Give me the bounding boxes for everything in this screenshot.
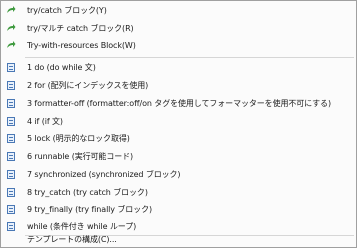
menu-item-label: Try-with-resources Block(W) bbox=[27, 40, 136, 50]
template-icon bbox=[6, 116, 16, 126]
menu-item-try-with-resources[interactable]: Try-with-resources Block(W) bbox=[1, 36, 356, 54]
menu-item-template-if[interactable]: 4 if (if 文) bbox=[1, 112, 356, 130]
template-icon bbox=[6, 62, 16, 72]
menu-item-label: 1 do (do while 文) bbox=[27, 62, 96, 72]
menu-item-label: 7 synchronized (synchronized ブロック) bbox=[27, 169, 181, 179]
menu-item-label: 3 formatter-off (formatter:off/on タグを使用し… bbox=[27, 98, 331, 108]
template-icon bbox=[6, 151, 16, 161]
menu-item-label: try/catch ブロック(Y) bbox=[27, 5, 107, 15]
template-icon bbox=[6, 221, 16, 231]
menu-item-template-runnable[interactable]: 6 runnable (実行可能コード) bbox=[1, 147, 356, 165]
menu-item-template-lock[interactable]: 5 lock (明示的なロック取得) bbox=[1, 129, 356, 147]
menu-item-label: 8 try_catch (try catch ブロック) bbox=[27, 187, 148, 197]
menu-item-template-synchronized[interactable]: 7 synchronized (synchronized ブロック) bbox=[1, 165, 356, 183]
template-icon bbox=[6, 98, 16, 108]
template-icon bbox=[6, 169, 16, 179]
menu-item-try-catch[interactable]: try/catch ブロック(Y) bbox=[1, 1, 356, 19]
menu-item-label: 5 lock (明示的なロック取得) bbox=[27, 133, 130, 143]
green-arrow-icon bbox=[6, 40, 16, 50]
context-menu: try/catch ブロック(Y) try/マルチ catch ブロック(R) … bbox=[0, 0, 357, 248]
template-icon bbox=[6, 133, 16, 143]
menu-item-template-try-finally[interactable]: 9 try_finally (try finally ブロック) bbox=[1, 200, 356, 218]
menu-item-label: 9 try_finally (try finally ブロック) bbox=[27, 204, 153, 214]
template-icon bbox=[6, 204, 16, 214]
menu-item-template-formatter-off[interactable]: 3 formatter-off (formatter:off/on タグを使用し… bbox=[1, 94, 356, 112]
menu-item-label: テンプレートの構成(C)... bbox=[27, 234, 117, 244]
menu-item-label: try/マルチ catch ブロック(R) bbox=[27, 23, 134, 33]
menu-item-label: while (条件付き while ループ) bbox=[27, 221, 137, 231]
green-arrow-icon bbox=[6, 5, 16, 15]
menu-item-configure-templates[interactable]: テンプレートの構成(C)... bbox=[1, 232, 356, 246]
menu-item-template-try-catch[interactable]: 8 try_catch (try catch ブロック) bbox=[1, 183, 356, 201]
green-arrow-icon bbox=[6, 23, 16, 33]
menu-item-template-for[interactable]: 2 for (配列にインデックスを使用) bbox=[1, 76, 356, 94]
template-icon bbox=[6, 187, 16, 197]
template-icon bbox=[6, 80, 16, 90]
menu-item-label: 6 runnable (実行可能コード) bbox=[27, 151, 134, 161]
menu-item-label: 4 if (if 文) bbox=[27, 116, 63, 126]
menu-item-try-multi-catch[interactable]: try/マルチ catch ブロック(R) bbox=[1, 19, 356, 37]
menu-item-template-do[interactable]: 1 do (do while 文) bbox=[1, 58, 356, 76]
menu-item-label: 2 for (配列にインデックスを使用) bbox=[27, 80, 149, 90]
